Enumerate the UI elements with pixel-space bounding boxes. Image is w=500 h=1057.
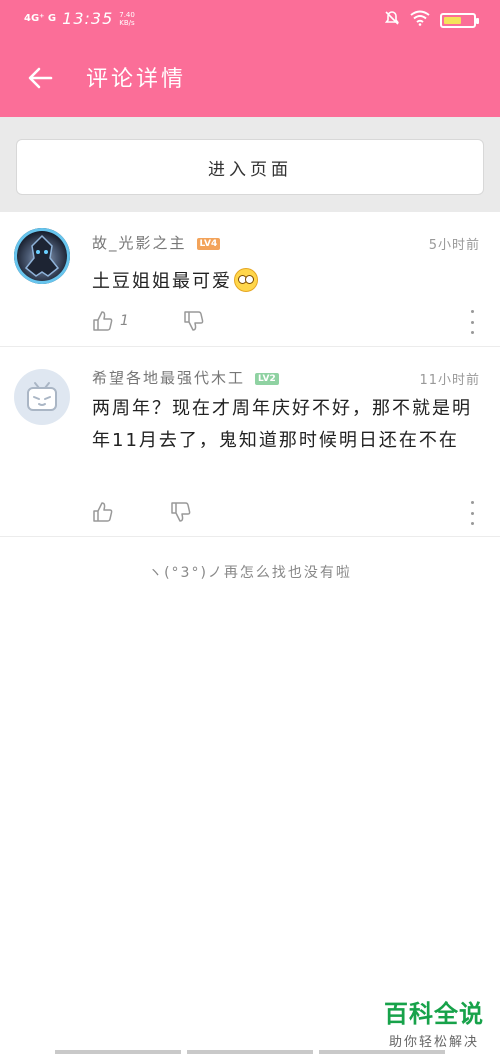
more-options-button[interactable] <box>466 310 478 334</box>
watermark-subtitle: 助你轻松解决 <box>388 1035 479 1050</box>
thumbs-down-icon <box>184 311 204 331</box>
level-badge: LV4 <box>196 238 221 250</box>
like-button[interactable] <box>92 501 120 523</box>
comment-text-content: 土豆姐姐最可爱 <box>92 271 232 292</box>
comment-text: 两周年？现在才周年庆好不好，那不就是明年11月去了，鬼知道那时候明日还在不在 <box>92 398 472 451</box>
network-indicator: 4G⁺ G <box>24 13 57 24</box>
battery-level <box>444 16 461 24</box>
network-speed: 7.40 KB/s <box>119 10 135 27</box>
flushed-face-icon <box>234 268 258 292</box>
thumbs-up-icon <box>93 311 113 331</box>
comment-item: 故_光影之主 LV4 5小时前 土豆姐姐最可爱 1 <box>0 212 500 347</box>
status-bar: 4G⁺ G 13:35 7.40 KB/s <box>0 0 500 36</box>
nav-segment <box>319 1050 445 1054</box>
username-text: 希望各地最强代木工 <box>92 369 246 387</box>
like-button[interactable]: 1 <box>92 310 129 332</box>
avatar[interactable] <box>14 228 70 284</box>
battery-icon <box>440 12 479 28</box>
app-bar: 评论详情 <box>0 36 500 117</box>
enter-page-button[interactable]: 进入页面 <box>16 139 484 195</box>
more-dot-icon <box>470 522 474 525</box>
nav-segment <box>187 1050 313 1054</box>
username[interactable]: 故_光影之主 LV4 <box>92 232 221 253</box>
back-button[interactable] <box>22 60 58 96</box>
more-dot-icon <box>470 310 474 313</box>
enter-page-area: 进入页面 <box>0 117 500 212</box>
wifi-icon <box>410 10 430 30</box>
dislike-button[interactable] <box>183 310 205 332</box>
like-count: 1 <box>120 313 129 329</box>
comment-actions <box>92 501 192 523</box>
more-dot-icon <box>470 511 474 515</box>
page-title: 评论详情 <box>86 67 187 92</box>
comment-time: 11小时前 <box>419 373 480 388</box>
more-dot-icon <box>470 320 474 324</box>
comment-actions: 1 <box>92 310 205 332</box>
watermark: 百科全说 助你轻松解决 <box>384 994 484 1050</box>
comment-text: 土豆姐姐最可爱 <box>92 266 482 298</box>
more-options-button[interactable] <box>466 501 478 525</box>
mute-icon <box>384 10 400 30</box>
more-dot-icon <box>470 331 474 334</box>
default-tv-avatar-icon <box>27 382 57 411</box>
level-badge: LV2 <box>255 373 279 385</box>
robot-avatar-icon <box>24 234 60 277</box>
thumbs-down-icon <box>171 502 191 522</box>
end-of-list-text: ヽ(°3°)ノ再怎么找也没有啦 <box>148 565 352 581</box>
username[interactable]: 希望各地最强代木工 LV2 <box>92 367 279 388</box>
comment-item: 希望各地最强代木工 LV2 11小时前 两周年？现在才周年庆好不好，那不就是明年1… <box>0 347 500 537</box>
thumbs-up-icon <box>93 502 113 522</box>
status-time: 13:35 <box>62 9 114 28</box>
nav-segment <box>55 1050 181 1054</box>
watermark-title: 百科全说 <box>384 1000 484 1028</box>
comment-time: 5小时前 <box>428 238 480 253</box>
arrow-left-icon <box>28 67 53 89</box>
comment-list: 故_光影之主 LV4 5小时前 土豆姐姐最可爱 1 希望各地最强代木工 LV2 … <box>0 212 500 1057</box>
more-dot-icon <box>470 501 474 504</box>
username-text: 故_光影之主 <box>92 234 187 252</box>
gesture-navigation-bar[interactable] <box>55 1050 445 1054</box>
avatar[interactable] <box>14 369 70 425</box>
dislike-button[interactable] <box>170 501 192 523</box>
